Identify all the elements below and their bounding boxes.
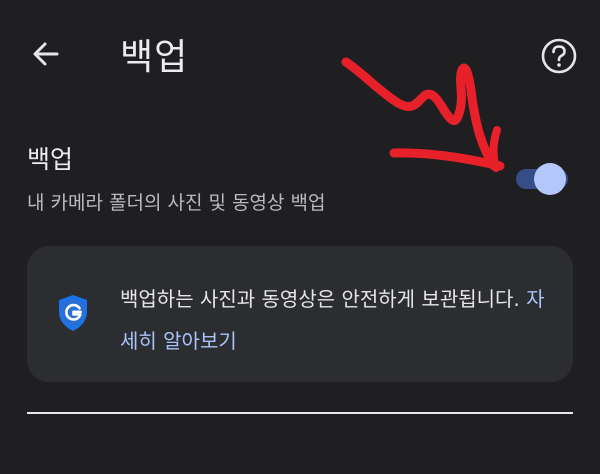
help-circle-icon <box>541 38 577 74</box>
help-button[interactable] <box>537 34 581 78</box>
back-button[interactable] <box>22 32 70 76</box>
info-card: 백업하는 사진과 동영상은 안전하게 보관됩니다. 자세히 알아보기 <box>27 246 573 382</box>
backup-toggle[interactable] <box>514 162 570 196</box>
arrow-left-icon <box>33 42 59 66</box>
google-shield-icon <box>59 295 87 331</box>
page-title: 백업 <box>120 37 189 78</box>
backup-setting-row[interactable]: 백업 내 카메라 폴더의 사진 및 동영상 백업 <box>0 130 600 226</box>
divider <box>27 412 573 414</box>
setting-title: 백업 <box>27 145 74 174</box>
setting-subtitle: 내 카메라 폴더의 사진 및 동영상 백업 <box>27 192 326 214</box>
info-message: 백업하는 사진과 동영상은 안전하게 보관됩니다. <box>120 287 520 311</box>
toggle-thumb <box>534 163 566 195</box>
info-text-block: 백업하는 사진과 동영상은 안전하게 보관됩니다. 자세히 알아보기 <box>120 278 550 362</box>
app-bar: 백업 <box>0 0 600 110</box>
